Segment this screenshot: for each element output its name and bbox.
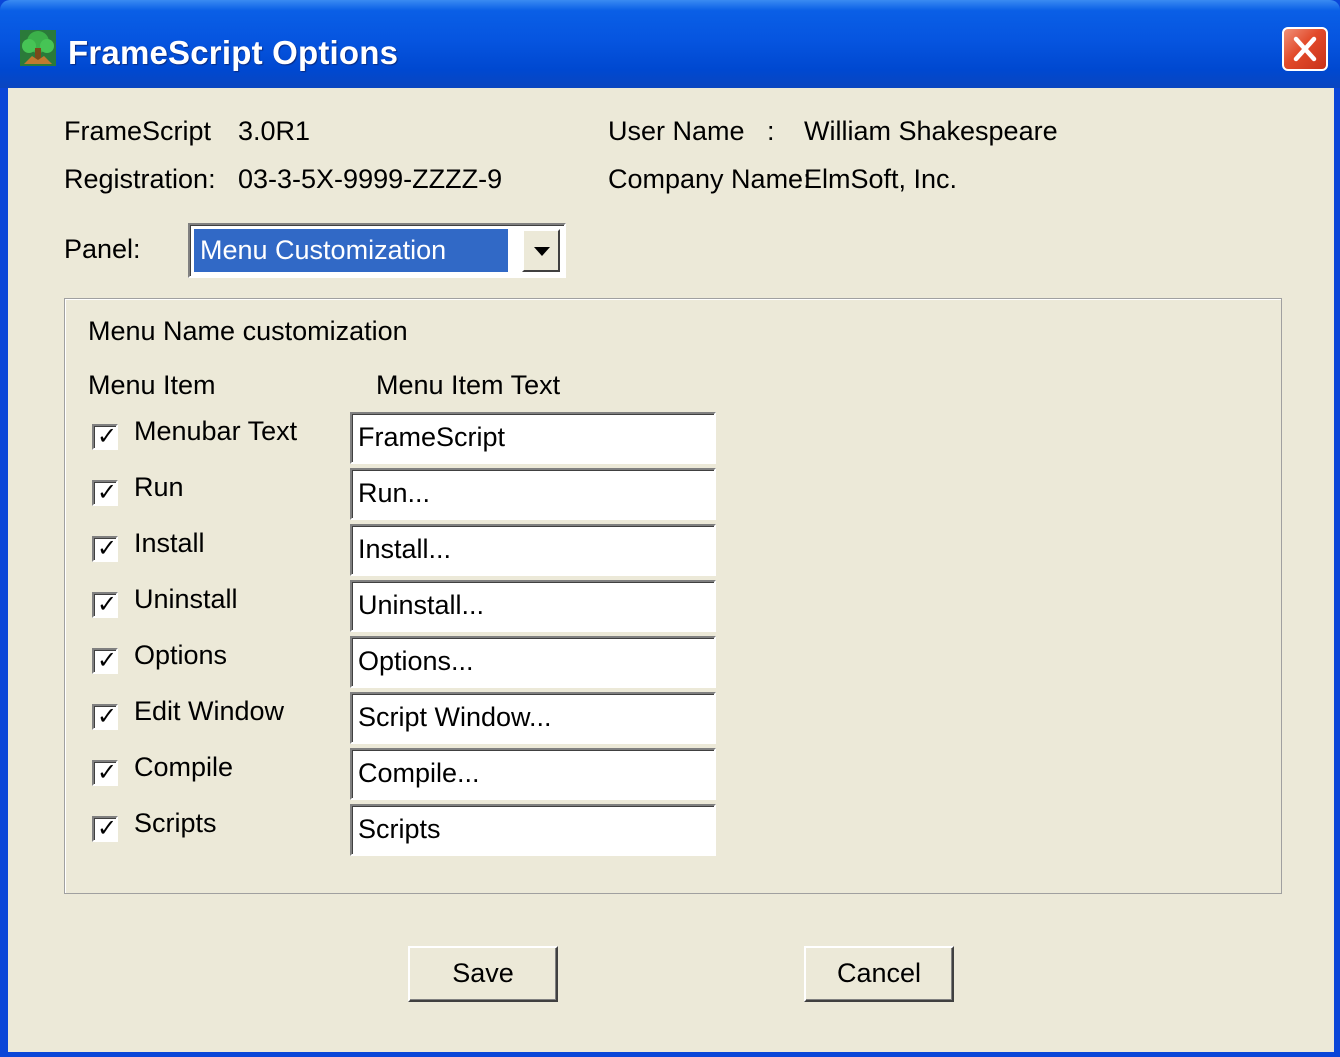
options-text-field[interactable]: Options... — [350, 636, 716, 688]
list-item: ✓ Menubar Text FrameScript — [8, 412, 1334, 468]
checkmark-icon: ✓ — [97, 758, 118, 786]
panel-label: Panel: — [64, 234, 141, 264]
list-item: ✓ Scripts Scripts — [8, 804, 1334, 860]
product-label: FrameScript — [64, 116, 212, 146]
panel-select-value: Menu Customization — [194, 229, 508, 272]
company-name-value: ElmSoft, Inc. — [804, 164, 958, 194]
menubar-text-label: Menubar Text — [134, 416, 298, 446]
scripts-label: Scripts — [134, 808, 217, 838]
checkmark-icon: ✓ — [97, 702, 118, 730]
company-name-label: Company Name: — [608, 164, 811, 194]
registration-value: 03-3-5X-9999-ZZZZ-9 — [238, 164, 503, 194]
close-button[interactable] — [1282, 27, 1328, 71]
checkmark-icon: ✓ — [97, 422, 118, 450]
dialog-window: FrameScript Options FrameScript 3.0R1 Re… — [0, 0, 1340, 1057]
group-title: Menu Name customization — [88, 316, 408, 346]
compile-label: Compile — [134, 752, 234, 782]
options-label: Options — [134, 640, 228, 670]
list-item: ✓ Compile Compile... — [8, 748, 1334, 804]
scripts-checkbox[interactable]: ✓ — [92, 816, 118, 842]
list-item: ✓ Install Install... — [8, 524, 1334, 580]
menubar-text-field[interactable]: FrameScript — [350, 412, 716, 464]
checkmark-icon: ✓ — [97, 646, 118, 674]
install-label: Install — [134, 528, 205, 558]
run-label: Run — [134, 472, 184, 502]
compile-text-field[interactable]: Compile... — [350, 748, 716, 800]
uninstall-text-field[interactable]: Uninstall... — [350, 580, 716, 632]
menubar-text-checkbox[interactable]: ✓ — [92, 424, 118, 450]
checkmark-icon: ✓ — [97, 478, 118, 506]
product-version: 3.0R1 — [238, 116, 311, 146]
list-item: ✓ Uninstall Uninstall... — [8, 580, 1334, 636]
checkmark-icon: ✓ — [97, 814, 118, 842]
save-button[interactable]: Save — [408, 946, 558, 1002]
checkmark-icon: ✓ — [97, 534, 118, 562]
scripts-text-field[interactable]: Scripts — [350, 804, 716, 856]
edit-window-label: Edit Window — [134, 696, 285, 726]
window-title: FrameScript Options — [68, 34, 399, 71]
user-name-label: User Name : — [608, 116, 775, 146]
registration-label: Registration: — [64, 164, 216, 194]
checkmark-icon: ✓ — [97, 590, 118, 618]
options-checkbox[interactable]: ✓ — [92, 648, 118, 674]
dialog-body: FrameScript 3.0R1 Registration: 03-3-5X-… — [8, 88, 1334, 1052]
compile-checkbox[interactable]: ✓ — [92, 760, 118, 786]
tree-icon — [20, 30, 56, 66]
edit-window-checkbox[interactable]: ✓ — [92, 704, 118, 730]
list-item: ✓ Options Options... — [8, 636, 1334, 692]
column-header-menu-item-text: Menu Item Text — [376, 370, 561, 400]
install-text-field[interactable]: Install... — [350, 524, 716, 576]
column-header-menu-item: Menu Item — [88, 370, 216, 400]
panel-select[interactable]: Menu Customization — [188, 223, 566, 278]
cancel-button[interactable]: Cancel — [804, 946, 954, 1002]
title-bar[interactable]: FrameScript Options — [0, 0, 1340, 88]
uninstall-label: Uninstall — [134, 584, 238, 614]
user-name-value: William Shakespeare — [804, 116, 1058, 146]
list-item: ✓ Edit Window Script Window... — [8, 692, 1334, 748]
run-checkbox[interactable]: ✓ — [92, 480, 118, 506]
list-item: ✓ Run Run... — [8, 468, 1334, 524]
close-icon — [1293, 36, 1317, 62]
install-checkbox[interactable]: ✓ — [92, 536, 118, 562]
edit-window-text-field[interactable]: Script Window... — [350, 692, 716, 744]
chevron-down-icon — [534, 247, 550, 256]
uninstall-checkbox[interactable]: ✓ — [92, 592, 118, 618]
panel-dropdown-button[interactable] — [522, 229, 560, 272]
run-text-field[interactable]: Run... — [350, 468, 716, 520]
